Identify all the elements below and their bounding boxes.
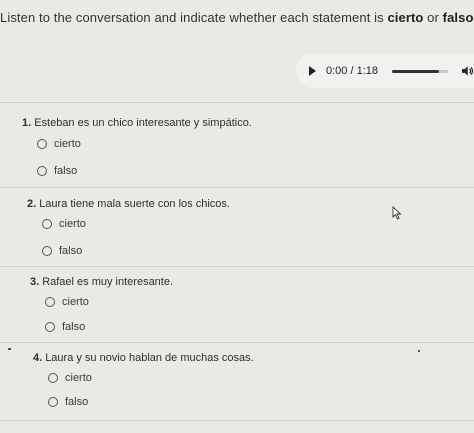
question-number: 2. xyxy=(27,198,37,210)
option-label: cierto xyxy=(54,138,81,150)
q1-option-cierto[interactable]: cierto xyxy=(37,138,81,150)
question-number: 4. xyxy=(33,352,43,364)
q4-option-falso[interactable]: falso xyxy=(48,396,88,408)
option-label: cierto xyxy=(62,296,89,308)
q3-option-falso[interactable]: falso xyxy=(45,321,85,333)
instructions-text: Listen to the conversation and indicate … xyxy=(0,10,474,25)
radio-button[interactable] xyxy=(48,397,58,407)
audio-player[interactable]: 0:00 / 1:18 xyxy=(296,54,474,88)
option-label: falso xyxy=(54,165,78,177)
q4-option-cierto[interactable]: cierto xyxy=(48,372,92,384)
question-number: 3. xyxy=(30,276,40,288)
instructions-prefix: Listen to the conversation and indicate … xyxy=(0,10,388,25)
question-3: 3. Rafael es muy interesante. xyxy=(30,276,173,288)
play-icon[interactable] xyxy=(309,66,316,76)
screen-speck xyxy=(8,348,11,350)
question-text: Laura y su novio hablan de muchas cosas. xyxy=(45,352,254,364)
radio-button[interactable] xyxy=(45,297,55,307)
mouse-pointer-icon xyxy=(392,206,402,220)
radio-button[interactable] xyxy=(42,219,52,229)
volume-icon[interactable] xyxy=(461,65,474,77)
q1-option-falso[interactable]: falso xyxy=(37,165,77,177)
option-label: cierto xyxy=(65,372,92,384)
question-1: 1. Esteban es un chico interesante y simp… xyxy=(22,117,252,129)
section-divider xyxy=(0,102,474,103)
option-label: falso xyxy=(65,396,89,408)
q3-option-cierto[interactable]: cierto xyxy=(45,296,89,308)
q2-option-falso[interactable]: falso xyxy=(42,245,82,257)
question-text: Laura tiene mala suerte con los chicos. xyxy=(39,198,230,210)
option-label: cierto xyxy=(59,218,86,230)
question-4: 4. Laura y su novio hablan de muchas cosa… xyxy=(33,352,254,364)
radio-button[interactable] xyxy=(42,246,52,256)
question-divider xyxy=(0,342,474,343)
q2-option-cierto[interactable]: cierto xyxy=(42,218,86,230)
option-label: falso xyxy=(62,321,86,333)
audio-progress-bar[interactable] xyxy=(392,69,448,73)
option-label: falso xyxy=(59,245,83,257)
audio-time: 0:00 / 1:18 xyxy=(326,65,378,77)
radio-button[interactable] xyxy=(37,166,47,176)
audio-progress-fill xyxy=(392,69,440,73)
radio-button[interactable] xyxy=(45,322,55,332)
question-text: Rafael es muy interesante. xyxy=(42,276,174,288)
screen-speck xyxy=(418,350,420,352)
question-divider xyxy=(0,187,474,188)
question-divider xyxy=(0,266,474,267)
radio-button[interactable] xyxy=(48,373,58,383)
instructions-middle: or xyxy=(423,10,443,25)
question-2: 2. Laura tiene mala suerte con los chicos… xyxy=(27,198,230,210)
instructions-word-falso: falso xyxy=(442,10,474,25)
question-text: Esteban es un chico interesante y simpát… xyxy=(34,117,252,129)
instructions-word-cierto: cierto xyxy=(387,10,424,25)
question-divider xyxy=(0,420,474,421)
question-number: 1. xyxy=(22,117,32,129)
radio-button[interactable] xyxy=(37,139,47,149)
